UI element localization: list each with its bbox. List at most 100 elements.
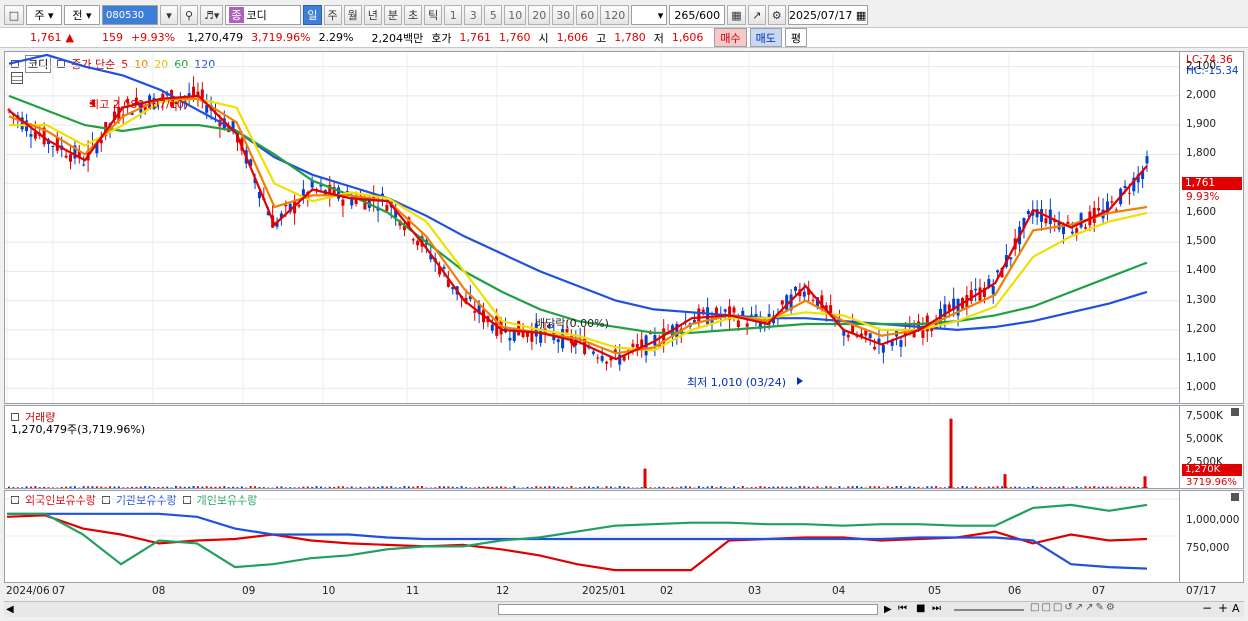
candle-type-icon[interactable]: ▦ bbox=[727, 5, 746, 25]
volume-bar bbox=[350, 486, 353, 488]
volume-bar bbox=[34, 486, 37, 488]
close-icon[interactable] bbox=[1231, 408, 1239, 416]
volume-bar bbox=[684, 486, 687, 488]
volume-bar bbox=[333, 486, 336, 488]
volume-bar bbox=[935, 486, 938, 488]
volume-bar bbox=[873, 486, 876, 488]
volume-bar bbox=[724, 487, 727, 488]
candle-body bbox=[745, 323, 749, 327]
period-tick[interactable]: 틱 bbox=[424, 5, 443, 25]
volume-bar bbox=[1040, 486, 1043, 488]
candle-body bbox=[473, 311, 477, 313]
volume-bar bbox=[1075, 486, 1078, 488]
interval-60[interactable]: 60 bbox=[576, 5, 599, 25]
interval-20[interactable]: 20 bbox=[528, 5, 551, 25]
close-icon[interactable] bbox=[1231, 493, 1239, 501]
candle-body bbox=[750, 314, 754, 316]
evaluate-button[interactable]: 평 bbox=[784, 28, 807, 47]
volume-tick: 7,500K bbox=[1186, 410, 1223, 422]
interval-custom-select[interactable]: ▾ bbox=[631, 5, 668, 25]
period-second[interactable]: 초 bbox=[404, 5, 423, 25]
stop-icon[interactable]: ■ bbox=[916, 603, 925, 614]
price-chart-pane[interactable]: 코디 종가 단순 5 10 20 60 120 최고 2,080 (07/10)… bbox=[4, 51, 1180, 404]
candle-body bbox=[341, 199, 345, 206]
font-size-icon[interactable]: A bbox=[1232, 602, 1240, 615]
volume-bar bbox=[816, 486, 819, 488]
volume-value: 1,270,479 bbox=[187, 31, 244, 44]
chevron-down-icon: ▾ bbox=[48, 8, 54, 22]
buy-button[interactable]: 매수 bbox=[714, 28, 747, 47]
zoom-out-icon[interactable]: − bbox=[1202, 601, 1212, 615]
sell-button[interactable]: 매도 bbox=[749, 28, 782, 47]
interval-120[interactable]: 120 bbox=[600, 5, 630, 25]
volume-bar bbox=[38, 487, 41, 488]
gear-icon[interactable]: ⚙ bbox=[767, 5, 786, 25]
period-year[interactable]: 년 bbox=[363, 5, 382, 25]
volume-bar bbox=[895, 485, 898, 488]
volume-bar bbox=[869, 486, 872, 488]
draw-tools-icon[interactable]: □□□↺↗↗✎⚙ bbox=[1030, 602, 1117, 613]
volume-bar bbox=[1049, 486, 1052, 488]
count-field[interactable]: 265/600 bbox=[669, 5, 726, 25]
volume-bar bbox=[530, 487, 533, 488]
chevron-down-icon: ▾ bbox=[86, 8, 92, 22]
candle-body bbox=[635, 344, 639, 348]
volume-bar bbox=[627, 486, 630, 488]
volume-bar bbox=[1110, 486, 1113, 488]
volume-bar bbox=[592, 486, 595, 488]
stock-name-field[interactable]: 종 코디 bbox=[225, 5, 302, 25]
volume-bar bbox=[587, 486, 590, 488]
volume-bar bbox=[526, 486, 529, 488]
scroll-left-icon[interactable]: ◀ bbox=[6, 604, 14, 615]
scroll-thumb[interactable] bbox=[498, 604, 878, 615]
candle-body bbox=[732, 307, 736, 313]
search-icon[interactable]: ⚲ bbox=[180, 5, 198, 25]
interval-1[interactable]: 1 bbox=[444, 5, 463, 25]
sound-icon[interactable]: ♬▾ bbox=[200, 5, 224, 25]
period-day[interactable]: 일 bbox=[303, 5, 322, 25]
volume-bar bbox=[996, 486, 999, 488]
volume-bar bbox=[557, 486, 560, 488]
indicator-icon[interactable]: ↗ bbox=[747, 5, 766, 25]
code-dropdown-icon[interactable]: ▾ bbox=[160, 5, 178, 25]
interval-5[interactable]: 5 bbox=[484, 5, 503, 25]
volume-bar bbox=[548, 486, 551, 488]
interval-10[interactable]: 10 bbox=[504, 5, 527, 25]
candle-body bbox=[780, 300, 784, 305]
volume-bar bbox=[179, 486, 182, 488]
volume-bar bbox=[355, 487, 358, 488]
zoom-slider[interactable] bbox=[954, 609, 1024, 611]
stock-code-input[interactable]: 080530 bbox=[102, 5, 158, 25]
date-input[interactable]: 2025/07/17 ▦ bbox=[787, 5, 868, 25]
volume-bar bbox=[908, 486, 911, 488]
zoom-in-icon[interactable]: + bbox=[1218, 601, 1228, 615]
volume-bar bbox=[812, 487, 815, 488]
candle-body bbox=[881, 345, 885, 353]
market-select[interactable]: 주 ▾ bbox=[26, 5, 62, 25]
candle-body bbox=[556, 339, 560, 343]
whole-select[interactable]: 전 ▾ bbox=[64, 5, 100, 25]
holding-chart-pane[interactable]: 외국인보유수량 기관보유수량 개인보유수량 bbox=[4, 490, 1180, 583]
scroll-right-icon[interactable]: ▶ bbox=[884, 604, 892, 615]
volume-bar bbox=[566, 487, 569, 488]
volume-bar bbox=[210, 486, 213, 488]
volume-bar bbox=[1119, 486, 1122, 488]
volume-chart-pane[interactable]: 거래량 1,270,479주(3,719.96%) bbox=[4, 405, 1180, 489]
volume-bar bbox=[1071, 487, 1074, 488]
interval-3[interactable]: 3 bbox=[464, 5, 483, 25]
candle-body bbox=[1026, 210, 1030, 215]
volume-bar bbox=[732, 486, 735, 488]
stock-name: 코디 bbox=[246, 9, 267, 22]
volume-bar bbox=[223, 486, 226, 488]
volume-bar bbox=[69, 486, 72, 488]
period-minute[interactable]: 분 bbox=[383, 5, 403, 25]
interval-30[interactable]: 30 bbox=[552, 5, 575, 25]
chart-scrollbar[interactable]: ◀ ▶ ⏮ ■ ⏭ □□□↺↗↗✎⚙ − + A bbox=[4, 601, 1244, 617]
period-month[interactable]: 월 bbox=[343, 5, 362, 25]
fast-forward-icon[interactable]: ⏭ bbox=[932, 603, 941, 614]
rewind-icon[interactable]: ⏮ bbox=[898, 603, 907, 614]
window-icon[interactable]: □ bbox=[4, 5, 24, 25]
volume-bar bbox=[539, 486, 542, 488]
volume-bar bbox=[289, 487, 292, 488]
period-week[interactable]: 주 bbox=[323, 5, 342, 25]
